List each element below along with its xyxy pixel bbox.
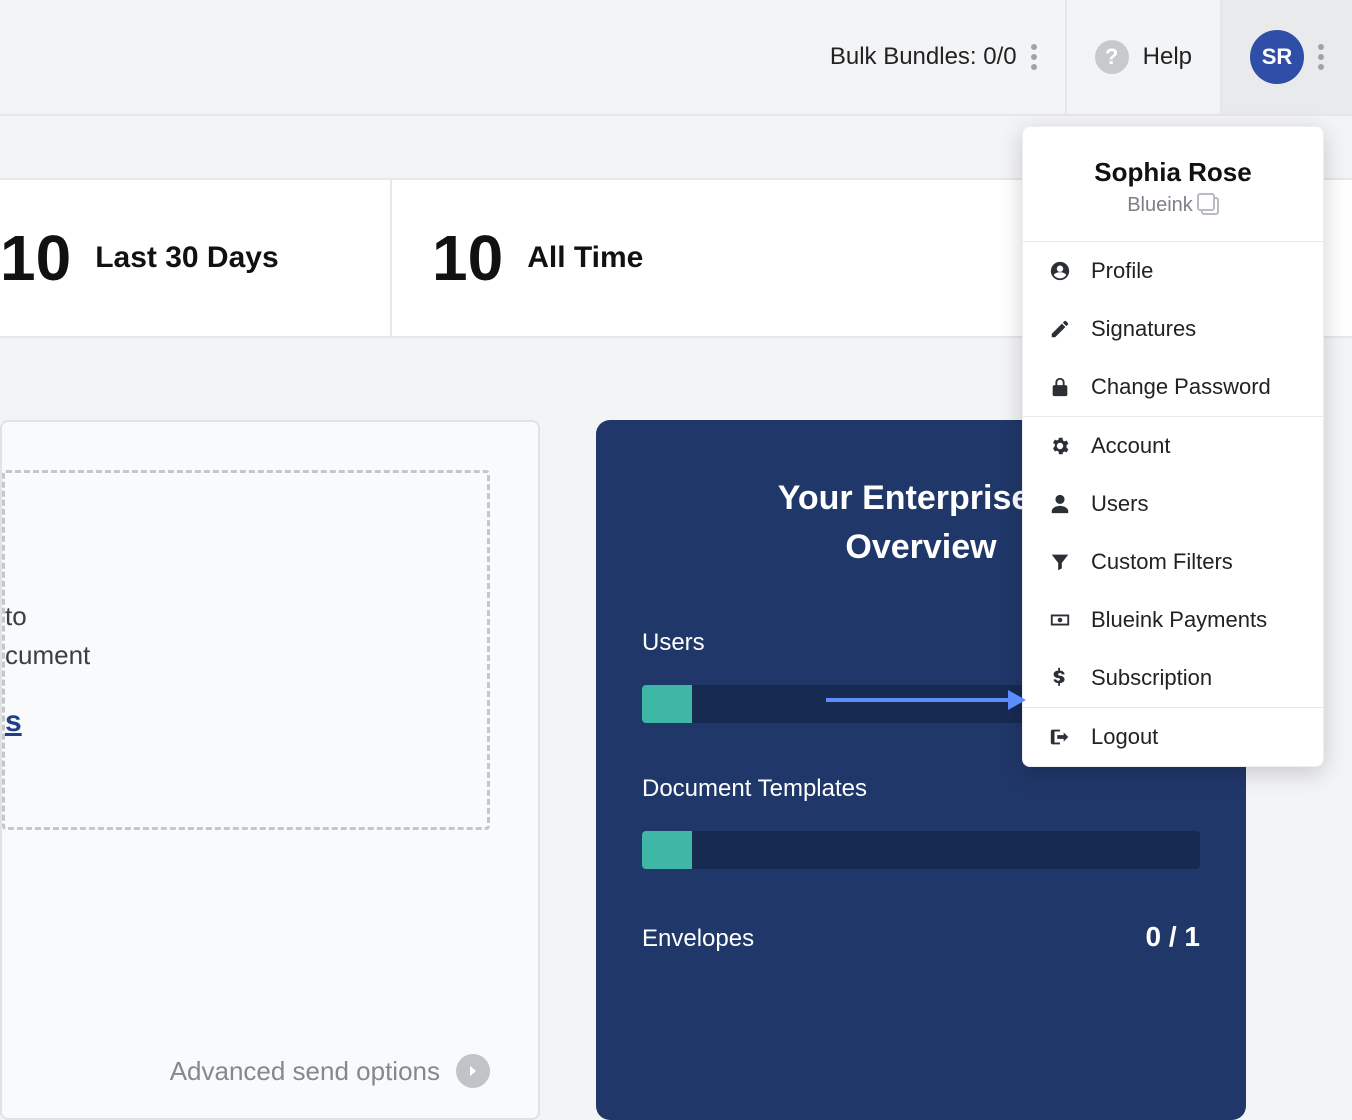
bulk-bundles-menu-icon[interactable] <box>1031 44 1037 70</box>
bulk-bundles-label: Bulk Bundles: 0/0 <box>830 43 1017 71</box>
dropzone[interactable]: to cument s <box>2 470 490 830</box>
upload-card: to cument s Advanced send options <box>0 420 540 1120</box>
user-circle-icon <box>1047 260 1073 282</box>
advanced-send-options[interactable]: Advanced send options <box>2 1014 490 1088</box>
help[interactable]: ? Help <box>1065 0 1220 114</box>
user-name: Sophia Rose <box>1047 157 1299 188</box>
progress-bar <box>642 831 1200 869</box>
metric-label: Envelopes <box>642 925 754 953</box>
menu-item-signatures[interactable]: Signatures <box>1023 300 1323 358</box>
user-menu: Sophia Rose Blueink Profile Signatures C… <box>1022 126 1324 767</box>
avatar: SR <box>1250 30 1304 84</box>
menu-label: Signatures <box>1091 316 1196 342</box>
help-icon: ? <box>1095 40 1129 74</box>
menu-item-subscription[interactable]: Subscription <box>1023 649 1323 707</box>
menu-item-users[interactable]: Users <box>1023 475 1323 533</box>
metric-label: Users <box>642 629 705 657</box>
menu-label: Account <box>1091 433 1171 459</box>
money-icon <box>1047 609 1073 631</box>
metric-count: 0 / 1 <box>1146 921 1200 953</box>
dropzone-browse-link[interactable]: s <box>5 705 487 739</box>
user-menu-trigger[interactable]: SR <box>1220 0 1352 114</box>
stat-label: All Time <box>527 241 643 275</box>
lock-icon <box>1047 376 1073 398</box>
stat-label: Last 30 Days <box>95 241 278 275</box>
menu-label: Subscription <box>1091 665 1212 691</box>
topbar: Bulk Bundles: 0/0 ? Help SR <box>0 0 1352 116</box>
menu-item-custom-filters[interactable]: Custom Filters <box>1023 533 1323 591</box>
menu-item-blueink-payments[interactable]: Blueink Payments <box>1023 591 1323 649</box>
metric-label: Document Templates <box>642 775 867 803</box>
stat-last-30: 10 Last 30 Days <box>0 180 390 336</box>
menu-label: Profile <box>1091 258 1153 284</box>
user-icon <box>1047 493 1073 515</box>
dropzone-text-1: to <box>5 601 487 632</box>
menu-label: Logout <box>1091 724 1158 750</box>
stat-value: 10 <box>432 221 503 295</box>
user-org-label: Blueink <box>1127 194 1193 217</box>
menu-label: Blueink Payments <box>1091 607 1267 633</box>
logout-icon <box>1047 726 1073 748</box>
bulk-bundles[interactable]: Bulk Bundles: 0/0 <box>802 0 1065 114</box>
menu-item-logout[interactable]: Logout <box>1023 708 1323 766</box>
menu-label: Change Password <box>1091 374 1271 400</box>
advanced-send-label: Advanced send options <box>170 1056 440 1087</box>
copy-icon[interactable] <box>1201 197 1219 215</box>
user-menu-header: Sophia Rose Blueink <box>1023 127 1323 241</box>
arrow-right-icon <box>456 1054 490 1088</box>
gear-icon <box>1047 435 1073 457</box>
help-label: Help <box>1143 43 1192 71</box>
menu-item-change-password[interactable]: Change Password <box>1023 358 1323 416</box>
progress-fill <box>642 685 692 723</box>
stat-all-time: 10 All Time <box>390 180 770 336</box>
pencil-icon <box>1047 318 1073 340</box>
dropzone-text-2: cument <box>5 640 487 671</box>
menu-label: Custom Filters <box>1091 549 1233 575</box>
menu-label: Users <box>1091 491 1148 517</box>
user-org: Blueink <box>1127 194 1219 217</box>
progress-fill <box>642 831 692 869</box>
metric-templates: Document Templates <box>642 775 1200 869</box>
user-menu-icon[interactable] <box>1318 44 1324 70</box>
filter-icon <box>1047 551 1073 573</box>
menu-item-account[interactable]: Account <box>1023 417 1323 475</box>
stat-value: 10 <box>0 221 71 295</box>
menu-item-profile[interactable]: Profile <box>1023 242 1323 300</box>
dollar-icon <box>1047 667 1073 689</box>
metric-envelopes: Envelopes 0 / 1 <box>642 921 1200 953</box>
